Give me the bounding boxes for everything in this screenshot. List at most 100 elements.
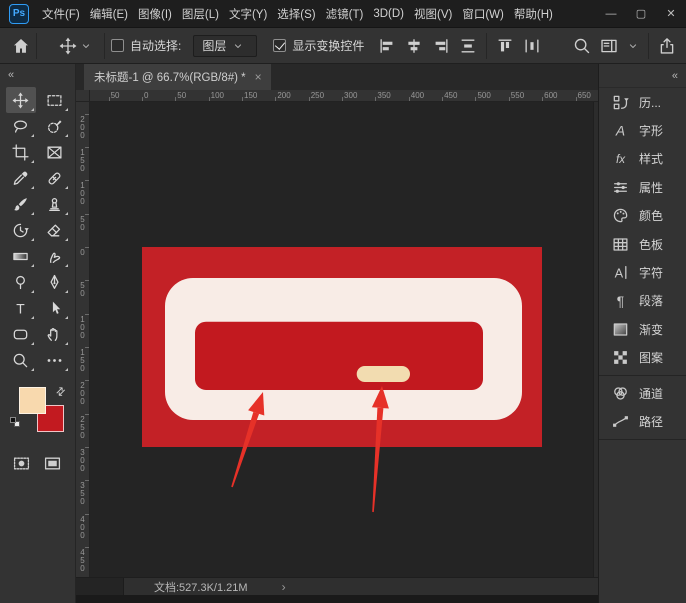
panel-tab-paths[interactable]: 路径 — [599, 407, 686, 435]
panel-tab-styles[interactable]: fx样式 — [599, 145, 686, 173]
status-chevron-icon[interactable]: › — [282, 580, 286, 594]
panel-tab-channels[interactable]: 通道 — [599, 379, 686, 407]
panel-tab-history[interactable]: 历... — [599, 88, 686, 116]
home-icon[interactable] — [12, 37, 30, 55]
history-brush-tool[interactable] — [6, 217, 36, 243]
v-ruler-label: 300 — [78, 448, 87, 472]
path-select-tool[interactable] — [40, 295, 70, 321]
marquee-tool[interactable] — [40, 87, 70, 113]
h-ruler-label: 350 — [377, 91, 390, 100]
menu-item-8[interactable]: 视图(V) — [409, 0, 457, 28]
v-ruler-label: 250 — [78, 415, 87, 439]
zoom-level-box[interactable] — [76, 578, 124, 595]
align-right-icon[interactable] — [432, 37, 450, 55]
hand-tool[interactable] — [40, 321, 70, 347]
quick-mask-icon[interactable] — [13, 455, 31, 473]
menu-item-9[interactable]: 窗口(W) — [457, 0, 509, 28]
zoom-tool[interactable] — [6, 347, 36, 373]
panel-tab-properties[interactable]: 属性 — [599, 173, 686, 201]
paragraph-icon: ¶ — [612, 292, 629, 309]
svg-text:A: A — [615, 123, 625, 139]
menu-item-10[interactable]: 帮助(H) — [509, 0, 558, 28]
panel-divider — [599, 375, 686, 376]
maximize-button[interactable]: ▢ — [626, 0, 656, 28]
panel-tab-paragraph[interactable]: ¶段落 — [599, 287, 686, 315]
panel-tab-label: 颜色 — [639, 207, 663, 224]
dodge-tool[interactable] — [6, 269, 36, 295]
align-top-icon[interactable] — [496, 37, 514, 55]
share-icon[interactable] — [658, 37, 676, 55]
v-ruler-label: 150 — [78, 148, 87, 172]
menu-item-2[interactable]: 图像(I) — [133, 0, 177, 28]
h-ruler-label: 50 — [111, 91, 120, 100]
paths-icon — [612, 413, 629, 430]
chevron-down-icon[interactable] — [80, 40, 92, 52]
chevron-down-icon[interactable] — [627, 40, 639, 52]
eyedropper-tool[interactable] — [6, 165, 36, 191]
brush-tool[interactable] — [6, 191, 36, 217]
distribute-horizontal-icon[interactable] — [523, 37, 541, 55]
panel-tab-label: 通道 — [639, 385, 663, 402]
separator — [486, 33, 487, 59]
healing-brush-tool[interactable] — [40, 165, 70, 191]
minimize-button[interactable]: — — [596, 0, 626, 28]
canvas-viewport[interactable] — [90, 102, 593, 577]
show-transform-label: 显示变换控件 — [292, 37, 364, 54]
panel-tab-gradients[interactable]: 渐变 — [599, 315, 686, 343]
panel-divider — [599, 439, 686, 440]
move-tool-icon[interactable] — [59, 37, 77, 55]
align-left-icon[interactable] — [378, 37, 396, 55]
document-tab[interactable]: 未标题-1 @ 66.7%(RGB/8#) * × — [84, 64, 271, 90]
gradient-tool[interactable] — [6, 243, 36, 269]
inner-red-rounded-rect — [195, 322, 483, 390]
move-tool[interactable] — [6, 87, 36, 113]
distribute-vertical-icon[interactable] — [459, 37, 477, 55]
window-controls: — ▢ ✕ — [596, 0, 686, 28]
frame-tool[interactable] — [40, 139, 70, 165]
panel-tab-patterns[interactable]: 图案 — [599, 344, 686, 372]
panel-tab-color[interactable]: 颜色 — [599, 202, 686, 230]
screen-mode-icon[interactable] — [44, 455, 62, 473]
shape-tool[interactable] — [6, 321, 36, 347]
collapse-toolbar-button[interactable]: « — [0, 64, 75, 83]
panel-tab-character[interactable]: A字符 — [599, 258, 686, 286]
default-colors-icon[interactable] — [10, 417, 20, 427]
show-transform-checkbox[interactable] — [273, 39, 286, 52]
gradients-icon — [612, 321, 629, 338]
menu-item-1[interactable]: 编辑(E) — [85, 0, 133, 28]
dropdown-value: 图层 — [202, 37, 226, 54]
align-center-icon[interactable] — [405, 37, 423, 55]
clone-stamp-tool[interactable] — [40, 191, 70, 217]
h-ruler-label: 550 — [511, 91, 524, 100]
workspace-icon[interactable] — [600, 37, 618, 55]
edit-toolbar-tool[interactable] — [40, 347, 70, 373]
crop-tool[interactable] — [6, 139, 36, 165]
close-button[interactable]: ✕ — [656, 0, 686, 28]
swap-colors-icon[interactable]: ⇄ — [53, 384, 69, 400]
menu-item-5[interactable]: 选择(S) — [272, 0, 320, 28]
type-tool[interactable]: T — [6, 295, 36, 321]
lasso-tool[interactable] — [6, 113, 36, 139]
color-icon — [612, 207, 629, 224]
smudge-tool[interactable] — [40, 243, 70, 269]
menu-item-3[interactable]: 图层(L) — [177, 0, 224, 28]
pen-tool[interactable] — [40, 269, 70, 295]
auto-select-checkbox[interactable] — [111, 39, 124, 52]
collapse-panels-button[interactable]: « — [599, 64, 686, 88]
ruler-row: 5005010015020025030035040045050055060065… — [76, 90, 598, 102]
eraser-tool[interactable] — [40, 217, 70, 243]
menu-item-4[interactable]: 文字(Y) — [224, 0, 272, 28]
menu-item-0[interactable]: 文件(F) — [37, 0, 85, 28]
h-ruler-label: 100 — [211, 91, 224, 100]
menu-item-7[interactable]: 3D(D) — [368, 0, 409, 28]
foreground-color-swatch[interactable] — [19, 387, 46, 414]
panel-tab-swatches[interactable]: 色板 — [599, 230, 686, 258]
tab-close-icon[interactable]: × — [255, 70, 262, 84]
search-icon[interactable] — [573, 37, 591, 55]
panel-tab-glyphs[interactable]: A字形 — [599, 116, 686, 144]
auto-select-target-dropdown[interactable]: 图层 — [193, 35, 257, 57]
options-bar-right — [573, 33, 686, 59]
panel-tab-label: 样式 — [639, 150, 663, 167]
menu-item-6[interactable]: 滤镜(T) — [321, 0, 369, 28]
quick-select-tool[interactable] — [40, 113, 70, 139]
